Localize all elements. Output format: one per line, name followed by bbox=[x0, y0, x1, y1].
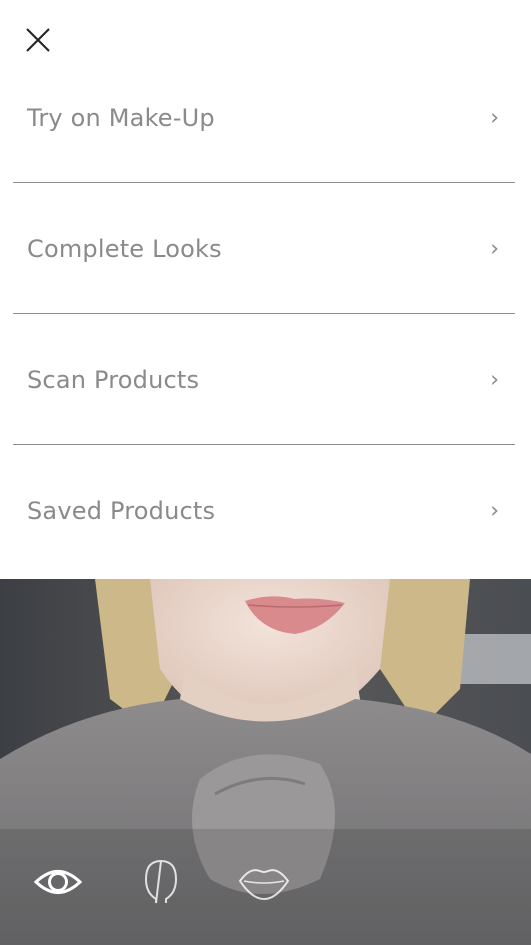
face-tool-button[interactable] bbox=[140, 857, 182, 907]
menu-item-label: Try on Make-Up bbox=[27, 103, 215, 132]
close-icon bbox=[26, 28, 50, 52]
eye-icon bbox=[33, 870, 83, 894]
bottom-toolbar bbox=[0, 825, 531, 945]
lips-icon bbox=[238, 869, 290, 901]
menu-item-complete-looks[interactable]: Complete Looks › bbox=[0, 183, 531, 314]
face-icon bbox=[144, 859, 178, 904]
chevron-right-icon: › bbox=[490, 105, 499, 130]
menu-list: Try on Make-Up › Complete Looks › Scan P… bbox=[0, 52, 531, 576]
chevron-right-icon: › bbox=[490, 367, 499, 392]
camera-preview bbox=[0, 579, 531, 945]
menu-item-try-on-makeup[interactable]: Try on Make-Up › bbox=[0, 52, 531, 183]
menu-item-label: Complete Looks bbox=[27, 234, 222, 263]
menu-item-saved-products[interactable]: Saved Products › bbox=[0, 445, 531, 576]
chevron-right-icon: › bbox=[490, 236, 499, 261]
lips-tool-button[interactable] bbox=[236, 857, 292, 907]
menu-item-label: Saved Products bbox=[27, 496, 216, 525]
chevron-right-icon: › bbox=[490, 498, 499, 523]
eye-tool-button[interactable] bbox=[33, 857, 83, 907]
menu-item-scan-products[interactable]: Scan Products › bbox=[0, 314, 531, 445]
menu-item-label: Scan Products bbox=[27, 365, 200, 394]
